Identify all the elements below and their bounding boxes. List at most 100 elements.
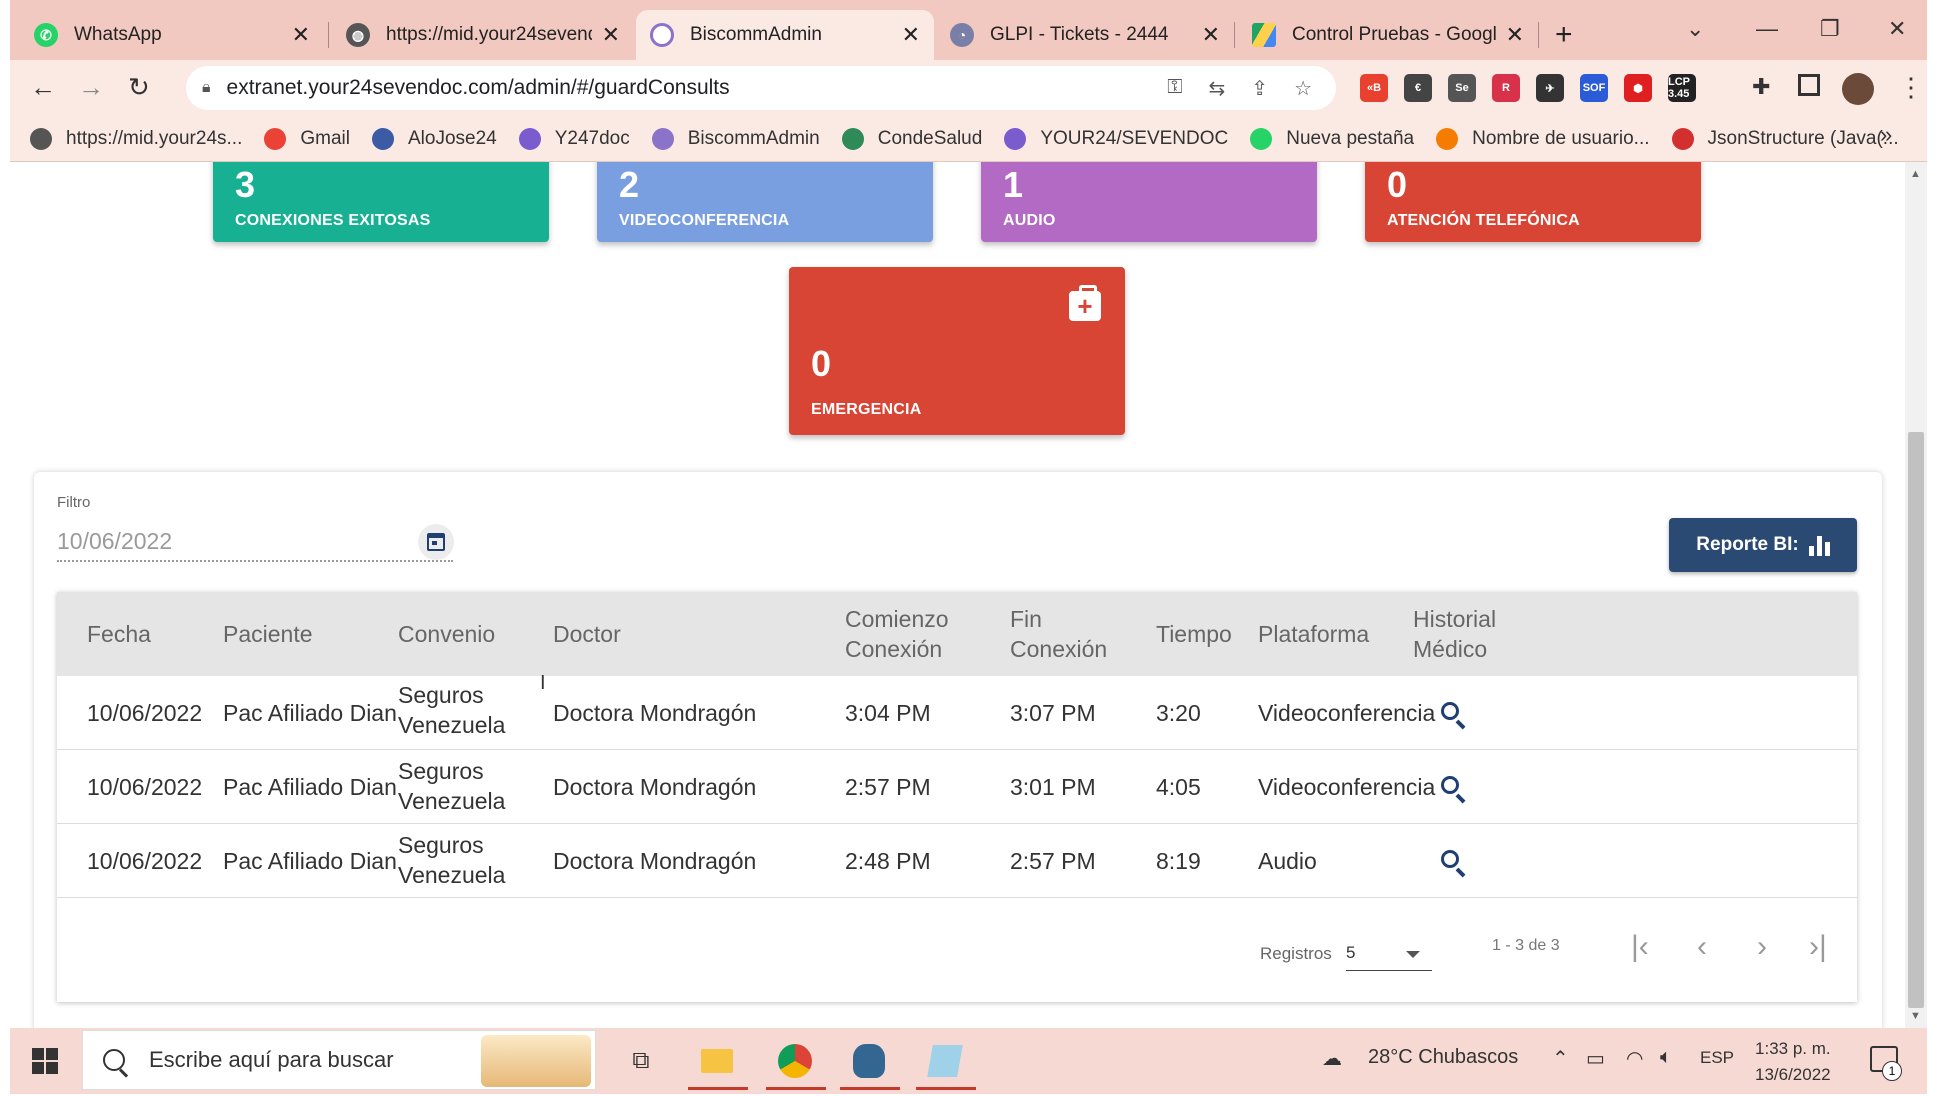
column-header-comienzo[interactable]: Comienzo Conexión: [845, 604, 949, 664]
scroll-down-icon[interactable]: ▼: [1910, 1010, 1921, 1022]
filter-label: Filtro: [57, 494, 91, 511]
cell-convenio: Seguros Venezuela: [398, 682, 506, 738]
minimize-icon[interactable]: —: [1756, 16, 1778, 42]
column-header-tiempo[interactable]: Tiempo: [1156, 619, 1232, 649]
table-row: 10/06/2022 Pac Afiliado Dian Seguros Ven…: [57, 676, 1857, 750]
file-explorer-icon[interactable]: [688, 1036, 748, 1090]
weather-icon[interactable]: ☁: [1322, 1046, 1342, 1071]
tab-title: Control Pruebas - Google: [1292, 24, 1496, 45]
date-filter-input[interactable]: 10/06/2022: [57, 522, 453, 562]
puzzle-icon[interactable]: ✚: [1752, 74, 1770, 100]
bookmark-item[interactable]: JsonStructure (Java(...: [1671, 127, 1899, 150]
prev-page-icon[interactable]: ‹: [1697, 930, 1707, 964]
extension-icon[interactable]: LCP 3.45: [1668, 74, 1696, 102]
tab-biscommadmin[interactable]: BiscommAdmin ✕: [636, 10, 934, 60]
new-tab-plus-icon[interactable]: +: [1555, 18, 1573, 52]
bookmark-item[interactable]: Nombre de usuario...: [1436, 127, 1650, 150]
tab-whatsapp[interactable]: ✆ WhatsApp ✕: [20, 10, 324, 60]
tab-glpi[interactable]: ◔ GLPI - Tickets - 2444 ✕: [936, 10, 1234, 60]
volume-icon[interactable]: 🔈︎: [1660, 1046, 1672, 1069]
pager-label: Registros: [1260, 944, 1332, 963]
restore-icon[interactable]: ❐: [1820, 16, 1840, 42]
window-close-icon[interactable]: ✕: [1888, 16, 1906, 42]
page-size-select[interactable]: 5: [1346, 937, 1432, 971]
column-header-convenio[interactable]: Convenio: [398, 619, 495, 649]
google-drive-icon: [1252, 23, 1276, 47]
page-scrollbar[interactable]: ▲ ▼: [1905, 162, 1927, 1028]
tray-chevron-icon[interactable]: ⌃: [1552, 1046, 1569, 1071]
column-header-doctor[interactable]: Doctor: [553, 619, 621, 649]
scrollbar-thumb[interactable]: [1908, 432, 1924, 1008]
windows-start-icon[interactable]: [32, 1048, 58, 1074]
tab-control-pruebas[interactable]: Control Pruebas - Google ✕: [1238, 10, 1538, 60]
stat-label: CONEXIONES EXITOSAS: [235, 212, 431, 229]
bookmark-item[interactable]: Y247doc: [518, 127, 630, 150]
tab-mid-your24[interactable]: ◍ https://mid.your24sevend ✕: [332, 10, 634, 60]
sidepanel-icon[interactable]: [1798, 74, 1820, 96]
bookmarks-more-icon[interactable]: »: [1880, 122, 1913, 148]
close-icon[interactable]: ✕: [602, 22, 620, 48]
first-page-icon[interactable]: |‹: [1631, 930, 1649, 964]
extension-icon[interactable]: ✈: [1536, 74, 1564, 102]
battery-icon[interactable]: ▭: [1586, 1046, 1605, 1071]
search-icon[interactable]: [1439, 774, 1469, 804]
bookmark-item[interactable]: https://mid.your24s...: [30, 127, 242, 150]
share-icon[interactable]: ⇪: [1251, 76, 1268, 101]
close-icon[interactable]: ✕: [1202, 22, 1220, 48]
extension-icon[interactable]: Se: [1448, 74, 1476, 102]
extension-icon[interactable]: ⬢: [1624, 74, 1652, 102]
calendar-button[interactable]: [418, 524, 454, 560]
bookmark-item[interactable]: CondeSalud: [841, 127, 982, 150]
scroll-up-icon[interactable]: ▲: [1910, 168, 1921, 180]
forward-arrow-icon[interactable]: →: [78, 72, 104, 103]
stat-label: ATENCIÓN TELEFÓNICA: [1387, 212, 1580, 229]
column-header-historial[interactable]: Historial Médico: [1413, 604, 1496, 664]
postgresql-icon[interactable]: [840, 1036, 900, 1090]
task-view-icon[interactable]: ⧉: [616, 1036, 666, 1086]
weather-text[interactable]: 28°C Chubascos: [1368, 1046, 1518, 1069]
reload-icon[interactable]: ↻: [128, 72, 150, 103]
taskbar-search[interactable]: Escribe aquí para buscar: [82, 1030, 596, 1090]
column-header-plataforma[interactable]: Plataforma: [1258, 619, 1369, 649]
column-header-fecha[interactable]: Fecha: [87, 619, 151, 649]
chrome-icon[interactable]: [766, 1036, 826, 1090]
kebab-menu-icon[interactable]: ⋮: [1898, 72, 1924, 103]
stat-card-atencion-telefonica: 0 ATENCIÓN TELEFÓNICA: [1365, 162, 1701, 242]
column-header-fin[interactable]: Fin Conexión: [1010, 604, 1107, 664]
dropdown-caret-icon: [1406, 951, 1420, 958]
extension-icon[interactable]: «B: [1360, 74, 1388, 102]
language-indicator[interactable]: ESP: [1700, 1048, 1734, 1068]
cell-paciente: Pac Afiliado Dian: [223, 848, 397, 874]
bookmark-item[interactable]: AloJose24: [371, 127, 497, 150]
bookmark-item[interactable]: BiscommAdmin: [651, 127, 820, 150]
wifi-icon[interactable]: ◠: [1626, 1046, 1643, 1071]
key-icon[interactable]: ⚿: [1167, 76, 1182, 101]
close-icon[interactable]: ✕: [902, 22, 920, 48]
bookmark-star-icon[interactable]: ☆: [1294, 76, 1312, 101]
taskbar-clock[interactable]: 1:33 p. m. 13/6/2022: [1755, 1036, 1831, 1088]
back-arrow-icon[interactable]: ←: [30, 72, 56, 103]
cell-comienzo: 2:57 PM: [845, 774, 931, 800]
column-header-paciente[interactable]: Paciente: [223, 619, 313, 649]
extension-icon[interactable]: R: [1492, 74, 1520, 102]
avatar[interactable]: [1842, 73, 1874, 105]
biscomm-icon: [651, 127, 674, 150]
close-icon[interactable]: ✕: [292, 22, 310, 48]
translate-icon[interactable]: ⇆: [1209, 76, 1226, 101]
extension-icon[interactable]: SOF: [1580, 74, 1608, 102]
cell-doctor: Doctora Mondragón: [553, 848, 757, 874]
bookmark-item[interactable]: Nueva pestaña: [1250, 127, 1414, 150]
tab-search-chevron-icon[interactable]: ⌄: [1686, 16, 1704, 42]
next-page-icon[interactable]: ›: [1757, 930, 1767, 964]
last-page-icon[interactable]: ›|: [1809, 930, 1827, 964]
reporte-bi-button[interactable]: Reporte BI:: [1669, 518, 1857, 572]
search-icon[interactable]: [1439, 848, 1469, 878]
address-bar[interactable]: 🔒︎ extranet.your24sevendoc.com/admin/#/g…: [186, 66, 1336, 110]
bookmark-label: AloJose24: [407, 127, 497, 149]
search-icon[interactable]: [1439, 700, 1469, 730]
close-icon[interactable]: ✕: [1506, 22, 1524, 48]
extension-icon[interactable]: €: [1404, 74, 1432, 102]
notepad-icon[interactable]: [916, 1036, 976, 1090]
bookmark-item[interactable]: Gmail: [264, 127, 350, 150]
bookmark-item[interactable]: YOUR24/SEVENDOC: [1004, 127, 1228, 150]
